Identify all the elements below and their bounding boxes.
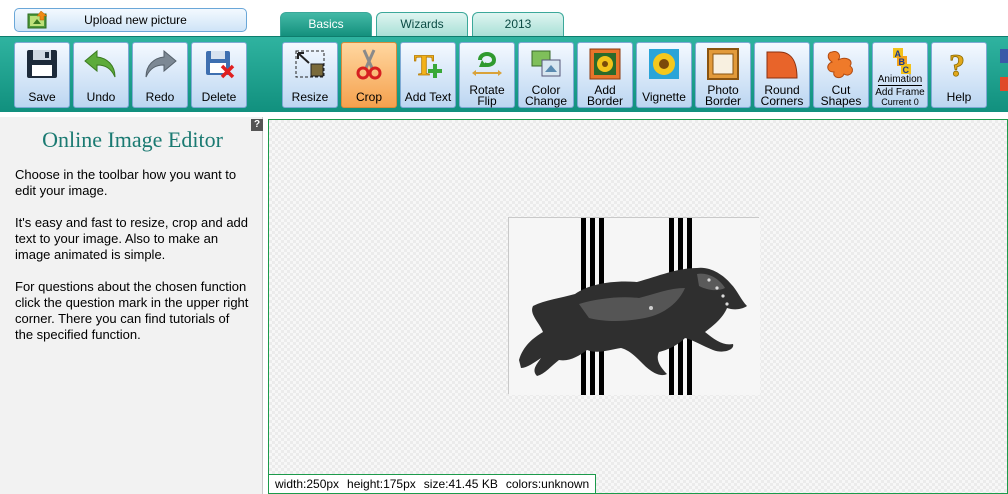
add-text-icon: T xyxy=(408,46,448,82)
color-change-icon xyxy=(526,46,566,82)
anim-letter-c: C xyxy=(903,65,910,75)
undo-arrow-icon xyxy=(81,46,121,82)
add-text-button[interactable]: T Add Text xyxy=(400,42,456,108)
color-change-label: Color Change xyxy=(524,84,568,108)
scissors-icon xyxy=(349,46,389,82)
panel-title: Online Image Editor xyxy=(42,127,223,152)
info-panel: Online Image Editor Choose in the toolba… xyxy=(0,117,263,494)
cut-shapes-icon xyxy=(821,46,861,82)
color-change-button[interactable]: Color Change xyxy=(518,42,574,108)
cut-shapes-button[interactable]: Cut Shapes xyxy=(813,42,869,108)
svg-text:?: ? xyxy=(949,48,965,80)
cut-label-line2: Shapes xyxy=(820,94,862,108)
resize-label: Resize xyxy=(291,90,329,104)
add-border-button[interactable]: Add Border xyxy=(577,42,633,108)
toolbar-overflow-icons xyxy=(1000,47,1008,103)
animation-label: Animation xyxy=(877,74,923,86)
upload-button-label: Upload new picture xyxy=(84,13,187,27)
resize-button[interactable]: Resize xyxy=(282,42,338,108)
image-width: width:250px xyxy=(275,477,340,491)
upload-new-picture-button[interactable]: Upload new picture xyxy=(14,8,247,32)
vignette-button[interactable]: Vignette xyxy=(636,42,692,108)
edit-tools-group: Resize Crop T Add Text Rotate Flip Color… xyxy=(282,42,990,108)
help-button[interactable]: ? Help xyxy=(931,42,987,108)
upload-picture-icon xyxy=(27,10,49,29)
main-toolbar: Save Undo Redo Delete Resize Crop T Add … xyxy=(0,36,1008,112)
history-group: Save Undo Redo Delete xyxy=(14,42,250,108)
image-colors: colors:unknown xyxy=(505,477,590,491)
animation-button[interactable]: A B C Animation Add Frame Current 0 xyxy=(872,42,928,108)
tab-2013[interactable]: 2013 xyxy=(472,12,564,36)
current-frame-label: Current 0 xyxy=(881,97,919,107)
vignette-label: Vignette xyxy=(642,90,686,104)
panel-paragraph-2: It's easy and fast to resize, crop and a… xyxy=(15,215,249,262)
rotate-flip-icon xyxy=(467,46,507,82)
add-border-icon xyxy=(585,46,625,82)
tab-wizards[interactable]: Wizards xyxy=(376,12,468,36)
photo-label-line2: Border xyxy=(704,94,742,108)
add-border-label: Add Border xyxy=(586,84,624,108)
image-canvas[interactable]: width:250px height:175px size:41.45 KB c… xyxy=(268,119,1008,494)
animation-abc-icon: A B C xyxy=(880,46,920,75)
photo-border-label: Photo Border xyxy=(704,84,742,108)
rotate-label-line2: Flip xyxy=(477,94,497,108)
resize-icon xyxy=(290,46,330,82)
photo-frame-icon xyxy=(703,46,743,82)
crop-label: Crop xyxy=(355,90,382,104)
round-corners-button[interactable]: Round Corners xyxy=(754,42,810,108)
wolf-image-graphic xyxy=(509,218,760,395)
rotate-flip-button[interactable]: Rotate Flip xyxy=(459,42,515,108)
panel-paragraph-1: Choose in the toolbar how you want to ed… xyxy=(15,167,237,198)
redo-label: Redo xyxy=(145,90,175,104)
redo-button[interactable]: Redo xyxy=(132,42,188,108)
round-corners-label: Round Corners xyxy=(760,84,804,108)
image-status-bar: width:250px height:175px size:41.45 KB c… xyxy=(269,474,597,493)
mode-tabs: Basics Wizards 2013 xyxy=(280,12,568,36)
top-strip: Upload new picture Basics Wizards 2013 xyxy=(0,0,1008,36)
question-mark-icon: ? xyxy=(939,46,979,82)
tab-basics[interactable]: Basics xyxy=(280,12,372,36)
panel-help-icon[interactable]: ? xyxy=(251,119,263,131)
photo-border-button[interactable]: Photo Border xyxy=(695,42,751,108)
add-text-label: Add Text xyxy=(404,90,452,104)
save-label: Save xyxy=(28,90,56,104)
vignette-sunflower-icon xyxy=(644,46,684,82)
panel-paragraph-3: For questions about the chosen function … xyxy=(15,279,249,342)
color-label-line2: Change xyxy=(524,94,568,108)
undo-label: Undo xyxy=(86,90,116,104)
edited-image[interactable] xyxy=(508,217,760,395)
undo-button[interactable]: Undo xyxy=(73,42,129,108)
image-height: height:175px xyxy=(347,477,416,491)
help-label: Help xyxy=(946,90,972,104)
delete-button[interactable]: Delete xyxy=(191,42,247,108)
crop-button[interactable]: Crop xyxy=(341,42,397,108)
round-corners-icon xyxy=(762,46,802,82)
delete-disk-icon xyxy=(199,46,239,82)
rotate-flip-label: Rotate Flip xyxy=(469,84,504,108)
svg-text:T: T xyxy=(414,49,434,80)
floppy-disk-icon xyxy=(22,46,62,82)
redo-arrow-icon xyxy=(140,46,180,82)
border-label-line2: Border xyxy=(586,94,624,108)
cut-shapes-label: Cut Shapes xyxy=(820,84,862,108)
save-button[interactable]: Save xyxy=(14,42,70,108)
image-size: size:41.45 KB xyxy=(423,477,498,491)
delete-label: Delete xyxy=(201,90,237,104)
round-label-line2: Corners xyxy=(760,94,804,108)
